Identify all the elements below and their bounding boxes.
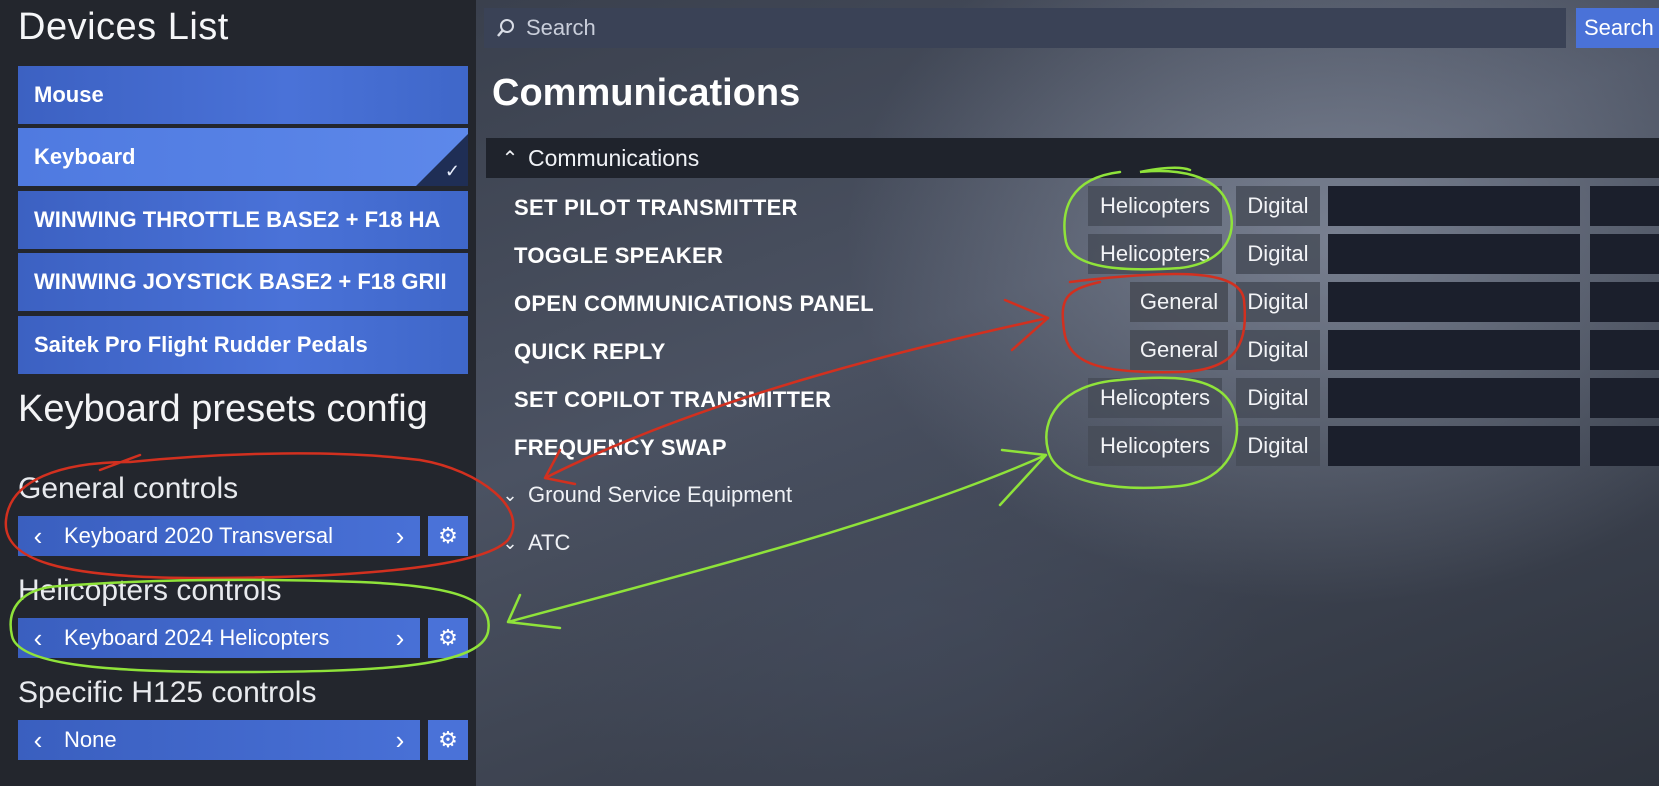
gear-icon: ⚙ [438, 523, 458, 548]
action-name: FREQUENCY SWAP [514, 435, 727, 460]
input-type-tag: Digital [1236, 426, 1320, 466]
scope-tag: Helicopters [1088, 234, 1222, 274]
binding-slot-primary[interactable] [1328, 282, 1580, 322]
action-name: SET COPILOT TRANSMITTER [514, 387, 832, 412]
general-controls-label: General controls [18, 472, 239, 505]
devices-panel: Devices List Mouse Keyboard ✓ WINWING TH… [0, 0, 476, 786]
category-label: ATC [528, 530, 571, 555]
scope-tag: General [1130, 282, 1228, 322]
input-type-tag: Digital [1236, 378, 1320, 418]
category-ground-service-equipment[interactable]: ⌄ Ground Service Equipment [486, 482, 792, 508]
scope-tag: Helicopters [1088, 186, 1222, 226]
binding-slot-secondary[interactable] [1590, 330, 1659, 370]
binding-slot-primary[interactable] [1328, 186, 1580, 226]
chevron-left-icon[interactable]: ‹ [18, 725, 58, 756]
scope-tag: Helicopters [1088, 378, 1222, 418]
helicopters-controls-settings-button[interactable]: ⚙ [428, 618, 468, 658]
binding-slot-secondary[interactable] [1590, 426, 1659, 466]
device-item-winwing-throttle[interactable]: WINWING THROTTLE BASE2 + F18 HA [18, 191, 468, 249]
preset-value: Keyboard 2024 Helicopters [64, 625, 330, 650]
binding-slot-secondary[interactable] [1590, 186, 1659, 226]
chevron-right-icon[interactable]: › [380, 521, 420, 552]
action-name: TOGGLE SPEAKER [514, 243, 724, 268]
chevron-right-icon[interactable]: › [380, 623, 420, 654]
presets-config-title: Keyboard presets config [18, 388, 428, 430]
chevron-right-icon[interactable]: › [380, 725, 420, 756]
input-type-tag: Digital [1236, 282, 1320, 322]
binding-slot-primary[interactable] [1328, 330, 1580, 370]
preset-value: None [64, 727, 117, 752]
search-input[interactable] [524, 14, 1428, 42]
category-atc[interactable]: ⌄ ATC [486, 530, 570, 556]
device-label: Mouse [34, 82, 104, 107]
category-label: Ground Service Equipment [528, 482, 793, 507]
binding-slot-secondary[interactable] [1590, 378, 1659, 418]
device-item-winwing-joystick[interactable]: WINWING JOYSTICK BASE2 + F18 GRII [18, 253, 468, 311]
checkmark-icon: ✓ [444, 161, 460, 181]
action-name: OPEN COMMUNICATIONS PANEL [514, 291, 874, 316]
search-button[interactable]: Search [1576, 8, 1659, 48]
gear-icon: ⚙ [438, 625, 458, 650]
device-label: Saitek Pro Flight Rudder Pedals [34, 332, 368, 357]
general-controls-settings-button[interactable]: ⚙ [428, 516, 468, 556]
chevron-down-icon: ⌄ [502, 532, 518, 553]
input-type-tag: Digital [1236, 234, 1320, 274]
search-bar [484, 8, 1566, 48]
binding-slot-primary[interactable] [1328, 426, 1580, 466]
action-name: SET PILOT TRANSMITTER [514, 195, 798, 220]
category-header-communications[interactable]: ⌃ Communications [486, 138, 1659, 178]
input-type-tag: Digital [1236, 186, 1320, 226]
device-item-mouse[interactable]: Mouse [18, 66, 468, 124]
chevron-left-icon[interactable]: ‹ [18, 521, 58, 552]
action-name: QUICK REPLY [514, 339, 666, 364]
h125-controls-selector: ‹ None › [18, 720, 420, 760]
preset-value: Keyboard 2020 Transversal [64, 523, 334, 548]
device-label: Keyboard [34, 144, 136, 169]
device-label: WINWING JOYSTICK BASE2 + F18 GRII [34, 269, 447, 294]
general-controls-selector: ‹ Keyboard 2020 Transversal › [18, 516, 420, 556]
search-icon [497, 19, 514, 37]
h125-controls-label: Specific H125 controls [18, 676, 317, 709]
device-label: WINWING THROTTLE BASE2 + F18 HA [34, 207, 441, 232]
chevron-left-icon[interactable]: ‹ [18, 623, 58, 654]
device-item-saitek-rudder[interactable]: Saitek Pro Flight Rudder Pedals [18, 316, 468, 374]
chevron-up-icon: ⌃ [501, 147, 519, 170]
category-label: Communications [528, 144, 700, 171]
binding-slot-primary[interactable] [1328, 378, 1580, 418]
selected-corner [416, 134, 468, 186]
helicopters-controls-label: Helicopters controls [18, 574, 282, 607]
page-title: Communications [492, 72, 801, 114]
input-type-tag: Digital [1236, 330, 1320, 370]
gear-icon: ⚙ [438, 727, 458, 752]
binding-slot-secondary[interactable] [1590, 282, 1659, 322]
chevron-down-icon: ⌄ [502, 484, 518, 505]
helicopters-controls-selector: ‹ Keyboard 2024 Helicopters › [18, 618, 420, 658]
scope-tag: General [1130, 330, 1228, 370]
binding-slot-secondary[interactable] [1590, 234, 1659, 274]
h125-controls-settings-button[interactable]: ⚙ [428, 720, 468, 760]
devices-list-title: Devices List [18, 6, 229, 48]
device-item-keyboard[interactable]: Keyboard ✓ [18, 128, 468, 186]
binding-slot-primary[interactable] [1328, 234, 1580, 274]
scope-tag: Helicopters [1088, 426, 1222, 466]
